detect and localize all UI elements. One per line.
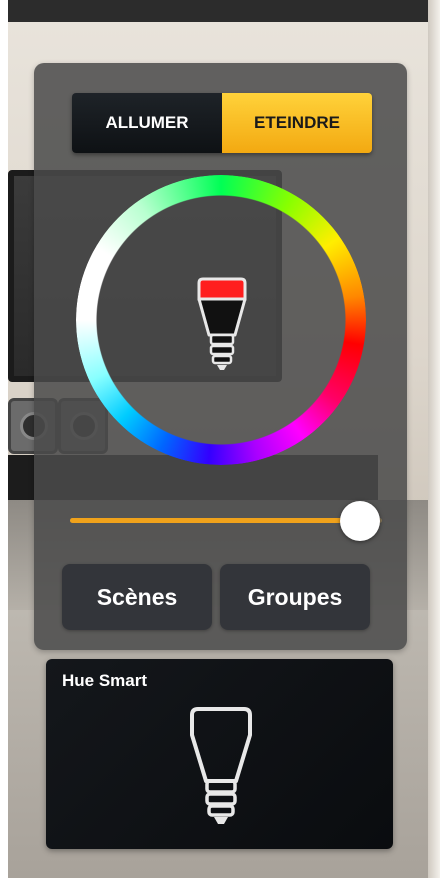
- right-edge: [428, 0, 440, 878]
- brightness-slider[interactable]: [70, 501, 382, 541]
- groups-button[interactable]: Groupes: [220, 564, 370, 630]
- color-picker[interactable]: [76, 175, 366, 465]
- top-strip: [0, 0, 440, 22]
- light-tile-hue-smart[interactable]: Hue Smart: [46, 659, 393, 849]
- bulb-color-cap: [199, 279, 245, 299]
- turn-on-button[interactable]: ALLUMER: [72, 93, 222, 153]
- brightness-fill: [70, 518, 361, 523]
- light-bulb-icon: [197, 277, 247, 370]
- power-toggle: ALLUMER ETEINDRE: [72, 93, 372, 153]
- left-edge: [0, 0, 8, 878]
- brightness-thumb[interactable]: [340, 501, 381, 541]
- light-control-panel: ALLUMER ETEINDRE Scènes Groupes: [34, 63, 407, 650]
- light-name: Hue Smart: [62, 671, 148, 690]
- light-bulb-icon: [190, 707, 252, 824]
- scenes-button[interactable]: Scènes: [62, 564, 212, 630]
- turn-off-button[interactable]: ETEINDRE: [222, 93, 372, 153]
